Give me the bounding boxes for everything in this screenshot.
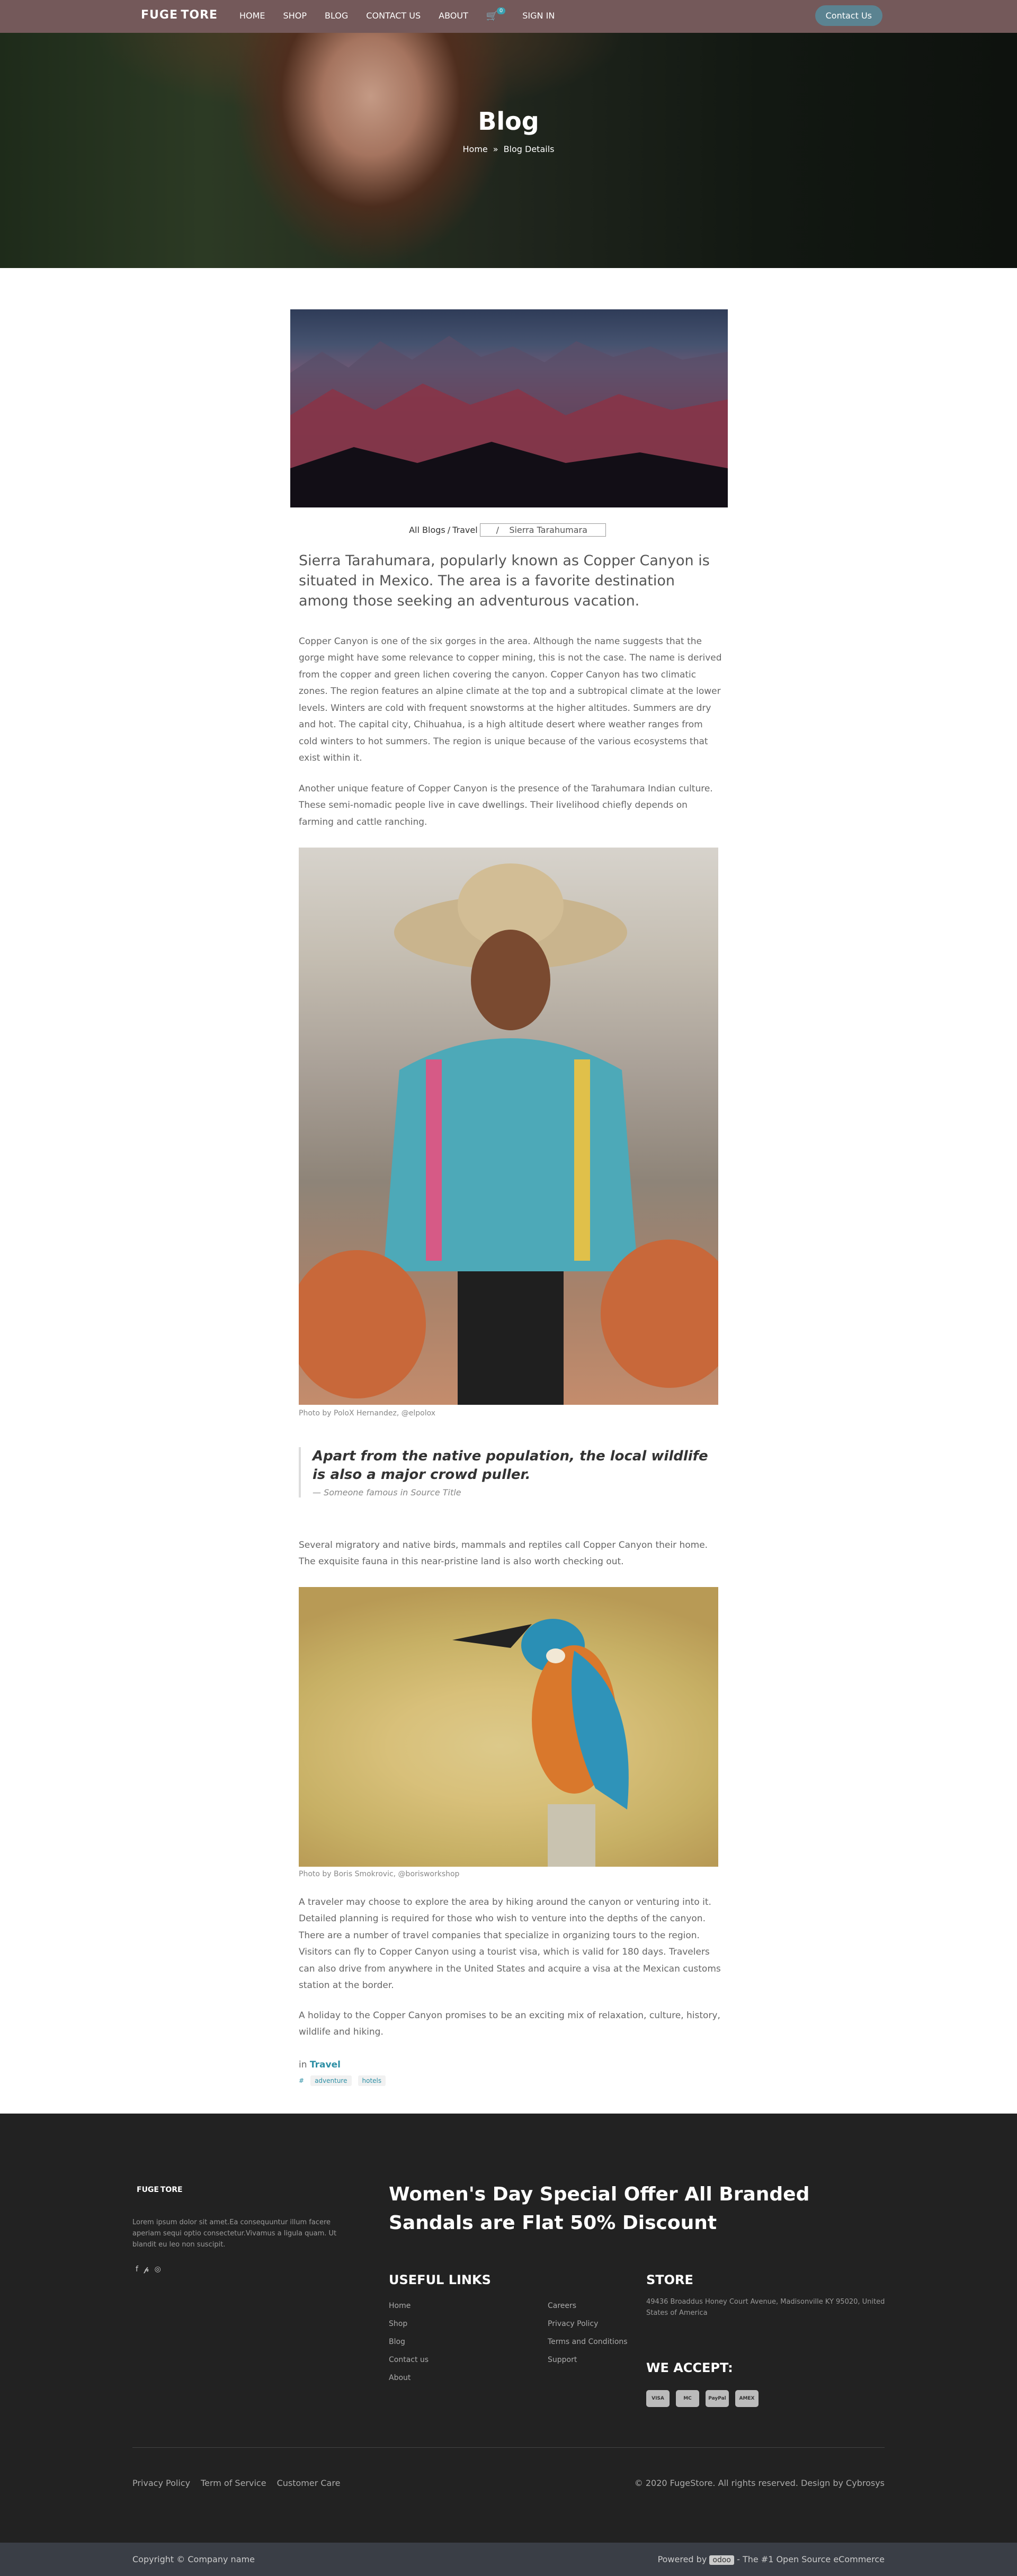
useful-links-title: USEFUL LINKS <box>389 2272 491 2287</box>
article-breadcrumb: All Blogs / Travel / Sierra Tarahumara <box>0 523 1017 537</box>
tag-adventure[interactable]: adventure <box>310 2075 352 2086</box>
tag-icon: # <box>299 2077 305 2084</box>
amex-icon: AMEX <box>735 2390 759 2407</box>
visa-icon: VISA <box>646 2390 670 2407</box>
footer-link-blog[interactable]: Blog <box>389 2333 429 2351</box>
article-paragraph-3: Several migratory and native birds, mamm… <box>299 1540 708 1567</box>
odoo-logo[interactable]: odoo <box>709 2555 734 2565</box>
footer-divider <box>132 2447 885 2448</box>
quote-source: — Someone famous in Source Title <box>313 1487 461 1498</box>
article-paragraph-2: Another unique feature of Copper Canyon … <box>299 783 713 827</box>
twitter-icon[interactable]: 𝓹 <box>144 2265 149 2274</box>
photo-caption-1: Photo by PoloX Hernandez, @elpolox <box>299 1409 436 1418</box>
article-paragraph-1: Copper Canyon is one of the six gorges i… <box>299 636 722 764</box>
footer-offer-heading: Women's Day Special Offer All Branded Sa… <box>389 2183 810 2234</box>
article-lead: Sierra Tarahumara, popularly known as Co… <box>299 552 710 609</box>
article-paragraph-4: A traveler may choose to explore the are… <box>299 1897 721 1991</box>
nav-shop[interactable]: SHOP <box>283 11 307 22</box>
footer-link-privacy[interactable]: Privacy Policy <box>548 2315 628 2333</box>
nav-home[interactable]: HOME <box>239 11 265 22</box>
facebook-icon[interactable]: f <box>136 2265 138 2274</box>
hero-crumb-home[interactable]: Home <box>463 144 488 154</box>
paypal-icon: PayPal <box>706 2390 729 2407</box>
crumb-category[interactable]: Travel <box>452 525 478 535</box>
footer-about-text: Lorem ipsum dolor sit amet.Ea consequunt… <box>132 2218 337 2249</box>
site-logo[interactable]: FUGE TORE <box>141 8 218 22</box>
contact-us-button[interactable]: Contact Us <box>815 5 882 26</box>
article-paragraph-5: A holiday to the Copper Canyon promises … <box>299 2010 720 2038</box>
cart-count-badge: 0 <box>496 7 506 14</box>
footer-link-support[interactable]: Support <box>548 2351 628 2369</box>
footer-link-careers[interactable]: Careers <box>548 2297 628 2315</box>
footer-link-terms[interactable]: Terms and Conditions <box>548 2333 628 2351</box>
tag-hotels[interactable]: hotels <box>358 2075 386 2086</box>
page-title: Blog <box>478 107 539 136</box>
store-address: 49436 Broaddus Honey Court Avenue, Madis… <box>646 2298 885 2317</box>
sign-in-link[interactable]: SIGN IN <box>522 11 555 22</box>
footer-customer-care[interactable]: Customer Care <box>277 2478 341 2488</box>
hero-banner: Blog Home » Blog Details <box>0 33 1017 268</box>
cart-icon[interactable]: 🛒 0 <box>486 7 506 22</box>
footer-bottom-links: Privacy Policy Term of Service Customer … <box>132 2478 340 2488</box>
double-chevron-icon: » <box>493 144 498 154</box>
article-blockquote: Apart from the native population, the lo… <box>299 1447 718 1498</box>
nav-contact-us[interactable]: CONTACT US <box>366 11 421 22</box>
quote-text: Apart from the native population, the lo… <box>313 1448 708 1483</box>
nav-blog[interactable]: BLOG <box>325 11 348 22</box>
store-title: STORE <box>646 2272 693 2287</box>
footer-link-about[interactable]: About <box>389 2369 429 2387</box>
footer-link-home[interactable]: Home <box>389 2297 429 2315</box>
article-category-line: in Travel <box>299 2060 341 2070</box>
footer-term-of-service[interactable]: Term of Service <box>201 2478 266 2488</box>
crumb-all-blogs[interactable]: All Blogs <box>409 525 445 535</box>
top-navbar: FUGE TORE HOME SHOP BLOG CONTACT US ABOU… <box>0 0 1017 33</box>
footer-link-contact[interactable]: Contact us <box>389 2351 429 2369</box>
we-accept-title: WE ACCEPT: <box>646 2360 733 2375</box>
company-copyright: Copyright © Company name <box>132 2554 255 2564</box>
cover-image-mountains <box>290 309 728 507</box>
nav-about[interactable]: ABOUT <box>439 11 468 22</box>
sub-footer: Copyright © Company name Powered by odoo… <box>0 2543 1017 2576</box>
footer-link-shop[interactable]: Shop <box>389 2315 429 2333</box>
footer-privacy-policy[interactable]: Privacy Policy <box>132 2478 190 2488</box>
nav-links: HOME SHOP BLOG CONTACT US ABOUT 🛒 0 SIGN … <box>239 7 555 22</box>
crumb-current: / Sierra Tarahumara <box>479 523 606 537</box>
photo-man-in-hat <box>299 848 718 1405</box>
hero-breadcrumb: Home » Blog Details <box>0 144 1017 154</box>
useful-links-col-1: Home Shop Blog Contact us About <box>389 2297 429 2387</box>
footer-copyright: © 2020 FugeStore. All rights reserved. D… <box>634 2478 885 2488</box>
photo-caption-2: Photo by Boris Smokrovic, @borisworkshop <box>299 1870 460 1878</box>
hero-crumb-current: Blog Details <box>503 144 555 154</box>
footer-social-links: f 𝓹 ◎ <box>136 2265 161 2274</box>
photo-kingfisher <box>299 1587 718 1867</box>
footer-logo[interactable]: FUGE TORE <box>137 2186 183 2194</box>
site-footer: FUGE TORE Lorem ipsum dolor sit amet.Ea … <box>0 2114 1017 2543</box>
article-tags: # adventure hotels <box>299 2075 386 2086</box>
powered-by: Powered by odoo - The #1 Open Source eCo… <box>657 2554 885 2565</box>
instagram-icon[interactable]: ◎ <box>155 2265 161 2274</box>
article-category-link[interactable]: Travel <box>310 2060 341 2070</box>
mastercard-icon: MC <box>676 2390 699 2407</box>
useful-links-col-2: Careers Privacy Policy Terms and Conditi… <box>548 2297 628 2369</box>
payment-cards: VISA MC PayPal AMEX <box>646 2390 759 2407</box>
